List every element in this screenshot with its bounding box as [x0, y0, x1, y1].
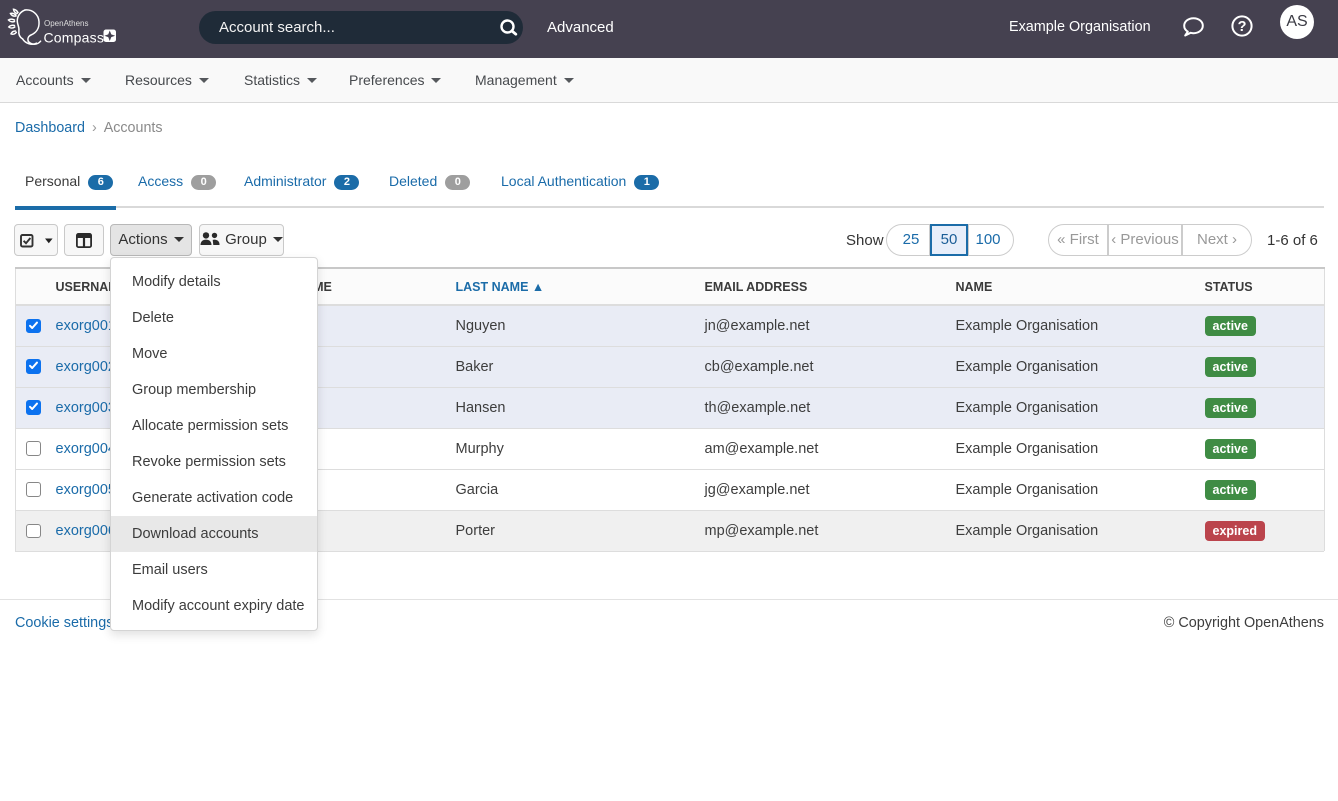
- svg-text:Compass: Compass: [44, 30, 105, 46]
- svg-text:OpenAthens: OpenAthens: [44, 19, 88, 28]
- svg-text:?: ?: [1238, 19, 1247, 35]
